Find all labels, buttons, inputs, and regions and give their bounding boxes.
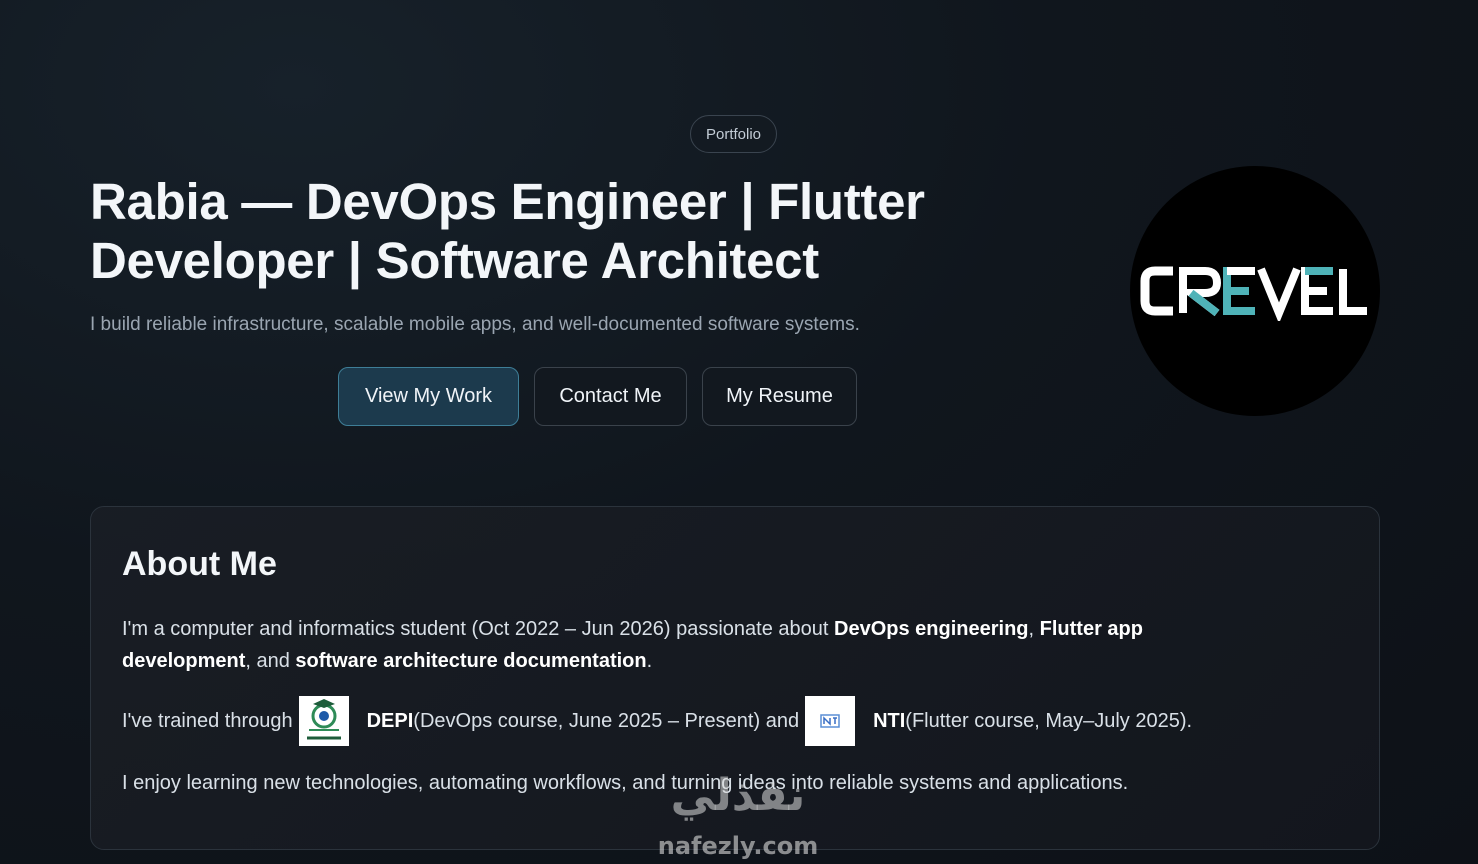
about-card: About Me I'm a computer and informatics … — [90, 506, 1380, 850]
about-paragraph-1: I'm a computer and informatics student (… — [122, 613, 1262, 677]
my-resume-button[interactable]: My Resume — [702, 367, 857, 426]
hero-section: Portfolio Rabia — DevOps Engineer | Flut… — [0, 0, 1478, 500]
about-text: I've trained through — [122, 710, 293, 732]
about-text: , and — [245, 650, 296, 672]
about-text: I'm a computer and informatics student (… — [122, 618, 835, 640]
hero-subtitle: I build reliable infrastructure, scalabl… — [90, 314, 860, 335]
crevel-logo-mark — [1140, 266, 1367, 321]
about-paragraph-3: I enjoy learning new technologies, autom… — [122, 772, 1129, 794]
contact-me-button[interactable]: Contact Me — [534, 367, 687, 426]
depi-name: DEPI — [366, 710, 414, 732]
about-highlight: DevOps engineering — [834, 618, 1029, 640]
nti-name: NTI — [873, 710, 906, 732]
about-text: (Flutter course, May–July 2025). — [905, 710, 1193, 732]
page-title: Rabia — DevOps Engineer | Flutter Develo… — [90, 173, 925, 289]
about-text: , — [1028, 618, 1040, 640]
about-highlight: software architecture documentation — [295, 650, 647, 672]
about-title: About Me — [122, 545, 277, 583]
view-my-work-button[interactable]: View My Work — [338, 367, 519, 426]
portfolio-badge: Portfolio — [690, 115, 777, 153]
crevel-logo — [1130, 166, 1380, 416]
depi-logo-icon — [298, 696, 349, 746]
about-text: . — [646, 650, 653, 672]
nti-logo-icon — [805, 696, 856, 746]
about-text: (DevOps course, June 2025 – Present) and — [413, 710, 800, 732]
about-paragraph-2: I've trained through DEPI (DevOps course… — [122, 695, 1192, 747]
